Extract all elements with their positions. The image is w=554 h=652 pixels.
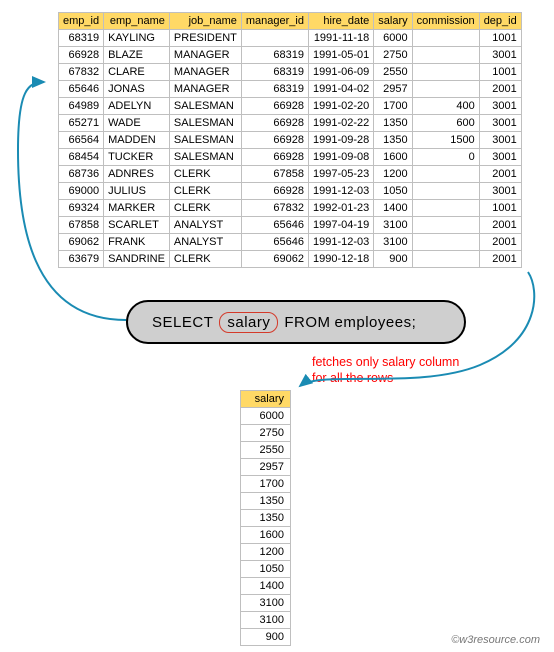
annotation-line1: fetches only salary column: [312, 354, 459, 370]
result-row: 3100: [241, 612, 291, 629]
sql-select-keyword: SELECT: [152, 314, 213, 331]
table-row: 67858SCARLETANALYST656461997-04-19310020…: [59, 217, 522, 234]
col-hire_date: hire_date: [308, 13, 373, 30]
table-row: 63679SANDRINECLERK690621990-12-189002001: [59, 251, 522, 268]
result-row: 2750: [241, 425, 291, 442]
result-row: 900: [241, 629, 291, 646]
result-row: 2957: [241, 459, 291, 476]
result-table: salary 600027502550295717001350135016001…: [240, 390, 291, 646]
result-row: 1400: [241, 578, 291, 595]
table-row: 68454TUCKERSALESMAN669281991-09-08160003…: [59, 149, 522, 166]
table-row: 66928BLAZEMANAGER683191991-05-0127503001: [59, 47, 522, 64]
annotation-text: fetches only salary column for all the r…: [312, 354, 459, 387]
result-row: 1600: [241, 527, 291, 544]
result-row: 3100: [241, 595, 291, 612]
sql-column-name: salary: [219, 312, 278, 333]
col-job_name: job_name: [169, 13, 241, 30]
col-dep_id: dep_id: [479, 13, 521, 30]
table-row: 68736ADNRESCLERK678581997-05-2312002001: [59, 166, 522, 183]
table-row: 67832CLAREMANAGER683191991-06-0925501001: [59, 64, 522, 81]
sql-query-pill: SELECT salary FROM employees;: [126, 300, 466, 344]
result-row: 1050: [241, 561, 291, 578]
employees-table: emp_idemp_namejob_namemanager_idhire_dat…: [58, 12, 522, 268]
table-row: 64989ADELYNSALESMAN669281991-02-20170040…: [59, 98, 522, 115]
col-manager_id: manager_id: [241, 13, 308, 30]
col-emp_id: emp_id: [59, 13, 104, 30]
annotation-line2: for all the rows: [312, 370, 459, 386]
table-row: 66564MADDENSALESMAN669281991-09-28135015…: [59, 132, 522, 149]
result-row: 6000: [241, 408, 291, 425]
table-row: 69000JULIUSCLERK669281991-12-0310503001: [59, 183, 522, 200]
table-row: 69062FRANKANALYST656461991-12-0331002001: [59, 234, 522, 251]
sql-table-name: employees;: [335, 314, 417, 331]
result-header: salary: [241, 391, 291, 408]
result-row: 2550: [241, 442, 291, 459]
table-row: 69324MARKERCLERK678321992-01-2314001001: [59, 200, 522, 217]
col-commission: commission: [412, 13, 479, 30]
sql-from-keyword: FROM: [284, 314, 330, 331]
result-row: 1350: [241, 510, 291, 527]
table-row: 65646JONASMANAGER683191991-04-0229572001: [59, 81, 522, 98]
result-row: 1200: [241, 544, 291, 561]
col-salary: salary: [374, 13, 412, 30]
credit-text: ©w3resource.com: [451, 634, 540, 646]
result-row: 1350: [241, 493, 291, 510]
table-row: 68319KAYLINGPRESIDENT1991-11-1860001001: [59, 30, 522, 47]
col-emp_name: emp_name: [104, 13, 170, 30]
table-row: 65271WADESALESMAN669281991-02-2213506003…: [59, 115, 522, 132]
result-row: 1700: [241, 476, 291, 493]
